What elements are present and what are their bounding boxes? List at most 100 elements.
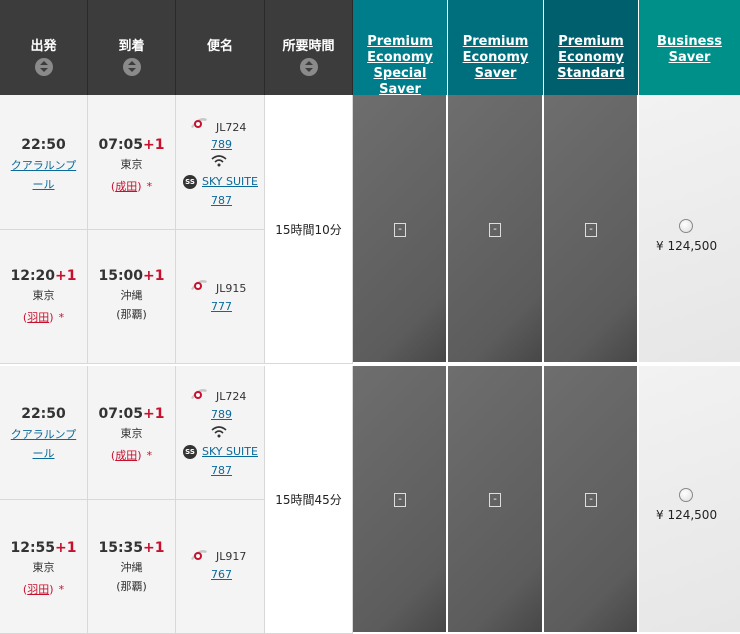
duration-cell: 15時間45分 bbox=[265, 366, 353, 634]
unavailable-mark: - bbox=[585, 223, 597, 237]
asterisk: * bbox=[146, 449, 153, 462]
departure-airport-link[interactable]: 羽田 bbox=[27, 583, 49, 596]
arrival-airport: (那覇) bbox=[116, 308, 147, 321]
departure-cell: 22:50 クアラルンプ ール bbox=[0, 95, 88, 230]
fare-header-premium-economy-saver[interactable]: Premium Economy Saver bbox=[448, 0, 544, 95]
fare-price: ¥ 124,500 bbox=[656, 239, 718, 253]
arrival-city: 沖縄 bbox=[120, 289, 143, 302]
aircraft-link[interactable]: 789 bbox=[211, 408, 232, 421]
fare-header-line[interactable]: Economy bbox=[463, 50, 529, 65]
fare-header-line[interactable]: Premium bbox=[463, 34, 529, 49]
fare-header-line[interactable]: Premium bbox=[367, 34, 433, 49]
fare-header-premium-economy-standard[interactable]: Premium Economy Standard bbox=[544, 0, 639, 95]
arrival-time: 15:35+1 bbox=[98, 540, 165, 556]
fare-header-line[interactable]: Economy bbox=[367, 50, 433, 65]
fare-header-line[interactable]: Premium bbox=[558, 34, 624, 49]
arrival-airport: (那覇) bbox=[116, 580, 147, 593]
col-header-arrival[interactable]: 到着 bbox=[88, 0, 176, 95]
seat-link[interactable]: SKY SUITE bbox=[202, 175, 258, 188]
departure-city: 東京 bbox=[32, 289, 55, 302]
flight-number: JL724 bbox=[216, 121, 247, 134]
aircraft-link[interactable]: 789 bbox=[211, 138, 232, 151]
sort-icon[interactable] bbox=[122, 58, 141, 76]
col-header-label: 出発 bbox=[30, 39, 57, 54]
arrival-airport-link[interactable]: 成田 bbox=[115, 449, 137, 462]
asterisk: * bbox=[58, 583, 65, 596]
sort-icon[interactable] bbox=[299, 58, 318, 76]
departure-time: 22:50 bbox=[21, 137, 66, 153]
fare-price: ¥ 124,500 bbox=[656, 508, 718, 522]
flight-cell: JL917 767 bbox=[176, 500, 265, 634]
departure-city-link[interactable]: クアラルンプ bbox=[11, 159, 76, 172]
departure-time: 22:50 bbox=[21, 406, 66, 422]
unavailable-mark: - bbox=[394, 493, 406, 507]
aircraft-link[interactable]: 767 bbox=[211, 568, 232, 581]
fare-cell-unavailable: - bbox=[544, 366, 639, 634]
fare-header-line[interactable]: Saver bbox=[475, 66, 517, 81]
jal-logo-icon bbox=[191, 118, 207, 128]
col-header-duration[interactable]: 所要時間 bbox=[265, 0, 353, 95]
fare-cell-unavailable: - bbox=[544, 95, 639, 364]
fare-cell-unavailable: - bbox=[353, 95, 448, 364]
arrival-airport-link[interactable]: 成田 bbox=[115, 180, 137, 193]
fare-header-line[interactable]: Special Saver bbox=[374, 66, 427, 97]
arrival-cell: 07:05+1 東京 (成田) * bbox=[88, 95, 176, 230]
fare-header-premium-economy-special-saver[interactable]: Premium Economy Special Saver bbox=[353, 0, 448, 97]
duration-text: 15時間45分 bbox=[275, 493, 342, 507]
fare-cell-unavailable: - bbox=[448, 366, 544, 634]
departure-city: 東京 bbox=[32, 561, 55, 574]
asterisk: * bbox=[58, 311, 65, 324]
fare-radio-button[interactable] bbox=[679, 488, 693, 502]
unavailable-mark: - bbox=[394, 223, 406, 237]
arrival-time: 07:05+1 bbox=[98, 406, 165, 422]
fare-header-line[interactable]: Business bbox=[657, 34, 722, 49]
jal-logo-icon bbox=[191, 280, 207, 290]
flight-number: JL915 bbox=[216, 282, 247, 295]
fare-cell-business-saver[interactable]: ¥ 124,500 bbox=[639, 366, 740, 634]
fare-header-line[interactable]: Saver bbox=[669, 50, 711, 65]
flight-cell: JL724 789 SS SKY SUITE 787 bbox=[176, 366, 265, 500]
aircraft-link[interactable]: 787 bbox=[211, 194, 232, 207]
aircraft-link[interactable]: 777 bbox=[211, 300, 232, 313]
departure-city-link[interactable]: クアラルンプ bbox=[11, 428, 76, 441]
arrival-time: 15:00+1 bbox=[98, 268, 165, 284]
fare-radio-button[interactable] bbox=[679, 219, 693, 233]
col-header-label: 到着 bbox=[118, 39, 145, 54]
sky-suite-badge-icon: SS bbox=[183, 445, 197, 459]
fare-cell-unavailable: - bbox=[448, 95, 544, 364]
arrival-cell: 15:00+1 沖縄 (那覇) bbox=[88, 230, 176, 364]
duration-text: 15時間10分 bbox=[275, 222, 342, 237]
wifi-icon bbox=[211, 155, 227, 167]
departure-cell: 12:20+1 東京 (羽田) * bbox=[0, 230, 88, 364]
fare-cell-business-saver[interactable]: ¥ 124,500 bbox=[639, 95, 740, 364]
fare-header-business-saver[interactable]: Business Saver bbox=[639, 0, 740, 95]
asterisk: * bbox=[146, 180, 153, 193]
sort-icon[interactable] bbox=[34, 58, 53, 76]
unavailable-mark: - bbox=[489, 223, 501, 237]
arrival-city: 東京 bbox=[120, 427, 143, 440]
arrival-cell: 15:35+1 沖縄 (那覇) bbox=[88, 500, 176, 634]
flight-number: JL917 bbox=[216, 550, 247, 563]
departure-city-link[interactable]: ール bbox=[33, 447, 55, 460]
unavailable-mark: - bbox=[489, 493, 501, 507]
fare-cell-unavailable: - bbox=[353, 366, 448, 634]
departure-airport-link[interactable]: 羽田 bbox=[27, 311, 49, 324]
aircraft-link[interactable]: 787 bbox=[211, 464, 232, 477]
fare-header-line[interactable]: Economy bbox=[558, 50, 624, 65]
fare-header-line[interactable]: Standard bbox=[557, 66, 624, 81]
unavailable-mark: - bbox=[585, 493, 597, 507]
departure-city-link[interactable]: ール bbox=[33, 178, 55, 191]
arrival-city: 東京 bbox=[120, 158, 143, 171]
col-header-flight: 便名 bbox=[176, 0, 265, 95]
sky-suite-badge-icon: SS bbox=[183, 175, 197, 189]
flight-cell: JL724 789 SS SKY SUITE 787 bbox=[176, 95, 265, 230]
jal-logo-icon bbox=[191, 550, 207, 560]
arrival-cell: 07:05+1 東京 (成田) * bbox=[88, 366, 176, 500]
departure-cell: 22:50 クアラルンプ ール bbox=[0, 366, 88, 500]
flight-number: JL724 bbox=[216, 390, 247, 403]
col-header-label: 便名 bbox=[206, 39, 233, 54]
col-header-departure[interactable]: 出発 bbox=[0, 0, 88, 95]
seat-link[interactable]: SKY SUITE bbox=[202, 445, 258, 458]
departure-time: 12:55+1 bbox=[10, 540, 77, 556]
col-header-label: 所要時間 bbox=[282, 39, 335, 54]
